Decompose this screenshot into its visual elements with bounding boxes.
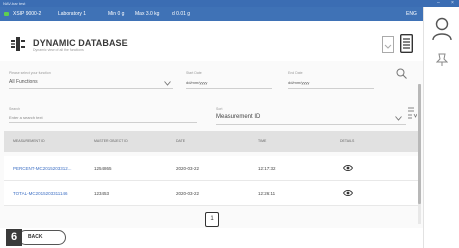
scrollbar-thumb[interactable]: [418, 84, 421, 204]
column-header[interactable]: TIME: [258, 131, 266, 152]
column-header: DETAILS: [340, 139, 355, 143]
end-date-input[interactable]: dd/mm/yyyy: [288, 80, 309, 85]
back-button[interactable]: BACK: [18, 230, 66, 245]
max-capacity: Max 3.0 kg: [135, 11, 160, 17]
search-underline: [9, 122, 197, 123]
table-row[interactable]: TOTAL-MC2015203311146 123453 2020-03-22 …: [4, 181, 418, 206]
measurement-id-link[interactable]: TOTAL-MC2015203311146: [13, 181, 67, 206]
measurement-time: 12:17:32: [258, 166, 276, 171]
sort-underline: [216, 124, 406, 125]
close-icon[interactable]: ×: [451, 0, 454, 7]
readability: d 0.01 g: [172, 11, 191, 17]
user-icon[interactable]: [431, 17, 453, 41]
minimize-icon[interactable]: –: [437, 0, 440, 7]
start-date-underline: [186, 88, 272, 89]
table-header: MEASUREMENT ID MASTER OBJECT ID DATE TIM…: [4, 131, 418, 152]
measurement-time: 12:26:11: [258, 191, 276, 196]
database-logo-icon: [11, 37, 25, 51]
eye-icon[interactable]: [343, 165, 353, 171]
measurement-date: 2020-03-22: [176, 166, 200, 171]
status-indicator-icon: [4, 12, 9, 16]
function-label: Please select your function: [9, 71, 51, 75]
eye-icon[interactable]: [343, 190, 353, 196]
search-input[interactable]: Enter a search text: [9, 115, 43, 120]
column-header[interactable]: MASTER OBJECT ID: [94, 131, 128, 152]
search-icon[interactable]: [396, 68, 407, 79]
master-object-id: 123453: [94, 191, 110, 196]
page-number-button[interactable]: 1: [205, 212, 219, 227]
chevron-down-icon[interactable]: [164, 81, 171, 86]
back-button-label: BACK: [28, 234, 43, 240]
function-select[interactable]: All Functions: [9, 79, 38, 85]
measurement-id-link[interactable]: PERCENT-MC2015203312...: [13, 156, 72, 181]
sort-label: Sort: [216, 107, 223, 111]
report-icon[interactable]: [400, 34, 413, 53]
window-title-bar: NAV-bar test – ×: [0, 0, 459, 7]
step-number-badge: 6: [6, 229, 22, 246]
start-date-input[interactable]: dd/mm/yyyy: [186, 80, 207, 85]
min-capacity: Min 0 g: [108, 11, 125, 17]
location: Laboratory 1: [58, 11, 87, 17]
right-panel: [423, 7, 459, 248]
status-bar: XSIP 9000-2 Laboratory 1 Min 0 g Max 3.0…: [0, 7, 423, 21]
page-subtitle: Dynamic view of all the functions: [33, 48, 84, 52]
end-date-label: End Date: [288, 71, 303, 75]
page-title: DYNAMIC DATABASE: [33, 38, 128, 48]
table-row[interactable]: PERCENT-MC2015203312... 1254865 2020-03-…: [4, 156, 418, 181]
sort-order-icon[interactable]: [408, 106, 417, 119]
column-header[interactable]: MEASUREMENT ID: [13, 131, 45, 152]
function-underline: [9, 88, 173, 89]
export-icon[interactable]: [382, 36, 394, 53]
search-label: Search: [9, 107, 21, 111]
master-object-id: 1254865: [94, 166, 112, 171]
language-selector[interactable]: ENG: [406, 7, 417, 21]
end-date-underline: [288, 88, 374, 89]
sort-select[interactable]: Measurement ID: [216, 114, 260, 120]
measurement-date: 2020-03-22: [176, 191, 200, 196]
column-header[interactable]: DATE: [176, 131, 185, 152]
pin-icon[interactable]: [436, 53, 448, 67]
sort-chevron-down-icon[interactable]: [395, 116, 402, 121]
balance-model: XSIP 9000-2: [13, 11, 42, 17]
window-title: NAV-bar test: [3, 1, 26, 6]
start-date-label: Start Date: [186, 71, 202, 75]
